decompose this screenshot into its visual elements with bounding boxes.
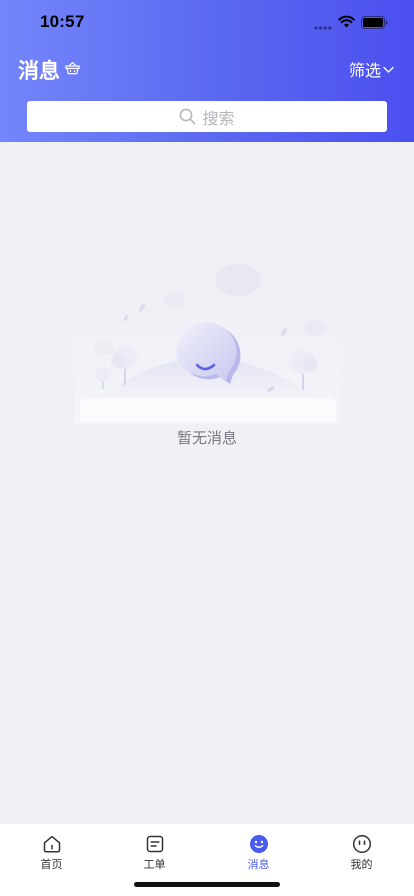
basket-icon[interactable] bbox=[65, 61, 80, 75]
search-input[interactable]: 搜索 bbox=[27, 101, 387, 132]
search-placeholder: 搜索 bbox=[202, 108, 235, 128]
filter-button[interactable]: 筛选 bbox=[349, 57, 394, 81]
wifi-icon bbox=[338, 15, 355, 28]
work-order-icon bbox=[146, 835, 163, 853]
chevron-down-icon bbox=[383, 66, 394, 73]
empty-state-message: 暂无消息 bbox=[176, 429, 237, 447]
cellular-signal-icon bbox=[314, 26, 332, 30]
filter-label: 筛选 bbox=[348, 61, 381, 80]
message-smile-icon bbox=[249, 835, 268, 853]
tab-messages[interactable]: 消息 bbox=[207, 834, 310, 872]
empty-state-illustration bbox=[74, 258, 340, 424]
header-bar: 10:57 消息 筛选 搜索 bbox=[0, 0, 414, 142]
tab-work-order-label: 工单 bbox=[143, 858, 166, 871]
status-time: 10:57 bbox=[40, 12, 85, 31]
battery-icon bbox=[361, 16, 388, 29]
tab-messages-label: 消息 bbox=[247, 858, 270, 871]
tab-home-label: 首页 bbox=[40, 858, 63, 871]
tab-work-order[interactable]: 工单 bbox=[103, 834, 206, 872]
tab-profile-label: 我的 bbox=[350, 858, 373, 871]
tab-home[interactable]: 首页 bbox=[0, 834, 103, 872]
home-indicator bbox=[134, 882, 280, 887]
status-bar: 10:57 bbox=[0, 0, 414, 46]
page-title: 消息 bbox=[18, 59, 60, 83]
tab-profile[interactable]: 我的 bbox=[310, 834, 413, 872]
home-icon bbox=[43, 835, 60, 853]
profile-face-icon bbox=[352, 834, 371, 854]
search-icon bbox=[180, 108, 196, 125]
